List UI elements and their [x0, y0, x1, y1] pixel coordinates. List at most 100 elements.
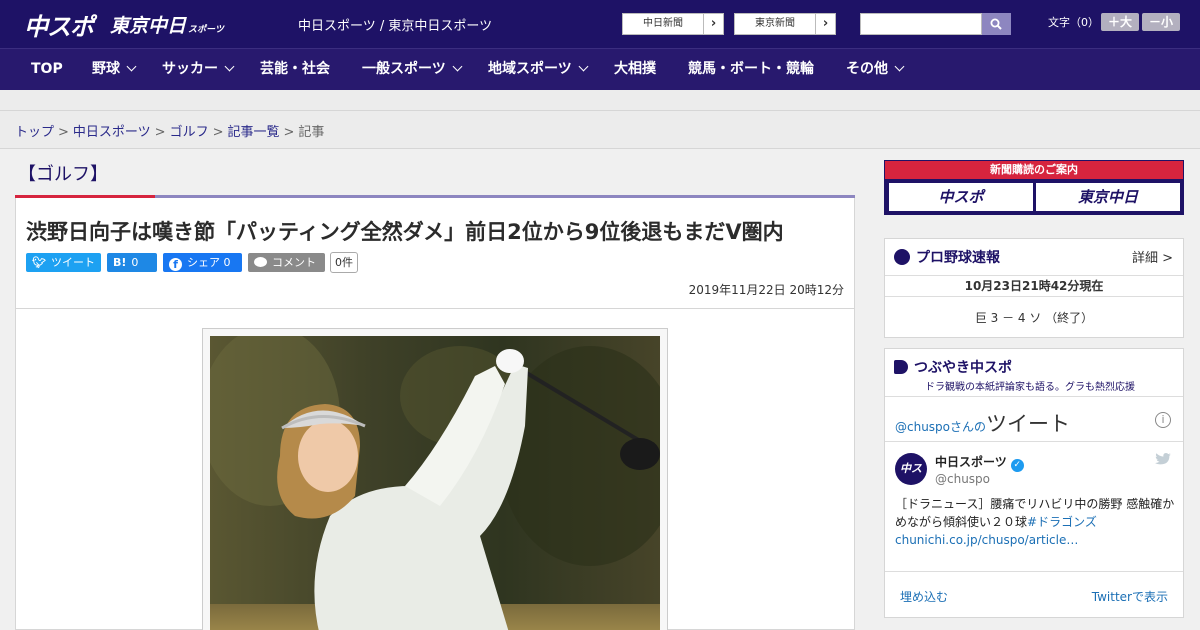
facebook-share-button[interactable]: f シェア 0: [163, 253, 242, 272]
facebook-count: 0: [223, 256, 231, 269]
chunichi-shimbun-label: 中日新聞: [643, 18, 683, 29]
search-input[interactable]: [860, 13, 982, 35]
facebook-icon: f: [169, 258, 182, 271]
tokyo-shimbun-label: 東京新聞: [755, 18, 795, 29]
tweet-hashtag[interactable]: #ドラゴンズ: [1027, 515, 1097, 529]
breadcrumb-golf[interactable]: ゴルフ: [170, 125, 209, 140]
verified-badge-icon: ✓: [1010, 459, 1024, 472]
nav-label: 競馬・ボート・競輪: [688, 61, 814, 77]
tokyo-chunichi-logo[interactable]: 東京中日 スポーツ: [110, 8, 224, 40]
baseball-box-title: プロ野球速報: [894, 247, 1000, 267]
info-icon[interactable]: i: [1155, 412, 1171, 428]
facebook-share-label: シェア: [187, 256, 220, 269]
tweet-text: ［ドラニュース］腰痛でリハビリ中の勝野 感触確かめながら傾斜使い２０球#ドラゴン…: [895, 495, 1177, 549]
twitter-widget-footer: 埋め込む Twitterで表示: [885, 571, 1183, 618]
subscription-banner[interactable]: 新聞購読のご案内 中スポ 東京中日: [884, 160, 1184, 215]
baseball-title-text: プロ野球速報: [916, 250, 1000, 266]
baseball-game-score[interactable]: 巨 3 － 4 ソ （終了）: [885, 309, 1183, 326]
tokyo-shimbun-button[interactable]: 東京新聞 ›: [734, 13, 836, 35]
site-header: 中スポ 東京中日 スポーツ 中日スポーツ / 東京中日スポーツ 中日新聞 › 東…: [0, 0, 1200, 48]
breadcrumb-bar: トップ > 中日スポーツ > ゴルフ > 記事一覧 > 記事: [0, 111, 1200, 149]
view-on-twitter-link[interactable]: Twitterで表示: [1092, 588, 1168, 605]
tweet-button[interactable]: 🐦︎ ツイート: [26, 253, 101, 272]
breadcrumb-separator: >: [283, 125, 295, 140]
chuspo-logo[interactable]: 中スポ: [24, 8, 94, 41]
twitter-widget: つぶやき中スポ ドラ観戦の本紙評論家も語る。グラも熱烈応援 @chuspoさんの…: [884, 348, 1184, 618]
tweet-timeline-header: @chuspoさんのツイート i: [885, 396, 1183, 442]
breadcrumb: トップ > 中日スポーツ > ゴルフ > 記事一覧 > 記事: [15, 121, 324, 140]
nav-others[interactable]: その他: [846, 49, 905, 91]
nav-label: 芸能・社会: [260, 61, 330, 77]
twitter-bird-icon: 🐦︎: [32, 256, 46, 269]
nav-baseball[interactable]: 野球: [92, 49, 137, 91]
handle-suffix: さんの: [950, 420, 987, 434]
nav-sumo[interactable]: 大相撲: [614, 49, 656, 91]
subscription-banner-title: 新聞購読のご案内: [885, 161, 1183, 179]
chevron-down-icon: [894, 61, 905, 72]
hatena-icon: B!: [113, 256, 127, 269]
nav-regional-sports[interactable]: 地域スポーツ: [488, 49, 589, 91]
article-headline: 渋野日向子は嘆き節「パッティング全然ダメ」前日2位から9位後退もまだV圏内: [26, 220, 784, 244]
baseball-detail-link[interactable]: 詳細 >: [1132, 247, 1173, 266]
chunichi-shimbun-button[interactable]: 中日新聞 ›: [622, 13, 724, 35]
breadcrumb-current: 記事: [298, 125, 325, 140]
site-name[interactable]: 中日スポーツ / 東京中日スポーツ: [298, 15, 492, 34]
twitter-bird-icon[interactable]: [1155, 453, 1171, 466]
avatar[interactable]: 中スポ: [895, 453, 927, 507]
tweet-link[interactable]: chunichi.co.jp/chuspo/article…: [895, 533, 1078, 547]
nav-label: その他: [846, 61, 888, 77]
comment-label: コメント: [272, 256, 316, 269]
breadcrumb-top[interactable]: トップ: [15, 125, 54, 140]
nav-racing[interactable]: 競馬・ボート・競輪: [688, 49, 814, 91]
tweet-handle-heading: @chuspoさんのツイート: [895, 408, 1070, 438]
font-bigger-button[interactable]: ＋大: [1101, 13, 1139, 31]
main-nav: TOP 野球 サッカー 芸能・社会 一般スポーツ 地域スポーツ 大相撲 競馬・ボ…: [0, 48, 1200, 90]
comment-bubble-icon: [254, 257, 267, 267]
chevron-right-icon: ›: [703, 14, 723, 34]
nav-top[interactable]: TOP: [31, 49, 63, 91]
subscribe-tokyo-logo[interactable]: 東京中日: [1036, 183, 1180, 211]
chevron-down-icon: [126, 61, 137, 72]
breadcrumb-separator: >: [212, 125, 224, 140]
nav-label: 野球: [92, 61, 120, 77]
twitter-widget-title: つぶやき中スポ: [894, 357, 1012, 377]
baseball-icon: [894, 249, 910, 265]
twitter-widget-title-text: つぶやき中スポ: [914, 360, 1012, 376]
sub-nav-bar: [0, 90, 1200, 111]
article-category: 【ゴルフ】: [18, 164, 108, 185]
hatena-bookmark-button[interactable]: B! 0: [107, 253, 157, 272]
subscribe-chuspo-logo[interactable]: 中スポ: [889, 183, 1033, 211]
tweet-author-label: 中日スポーツ: [935, 455, 1007, 469]
font-smaller-button[interactable]: －小: [1142, 13, 1180, 31]
breadcrumb-article-list[interactable]: 記事一覧: [228, 125, 280, 140]
breadcrumb-separator: >: [58, 125, 69, 140]
chevron-down-icon: [224, 61, 235, 72]
article-body: [15, 308, 855, 630]
baseball-timestamp: 10月23日21時42分現在: [885, 275, 1183, 297]
nav-label: 地域スポーツ: [488, 61, 572, 77]
twitter-widget-subtitle: ドラ観戦の本紙評論家も語る。グラも熱烈応援: [925, 382, 1135, 393]
nav-label: TOP: [31, 61, 63, 77]
tweet-author-handle[interactable]: @chuspo: [935, 472, 990, 486]
nav-general-sports[interactable]: 一般スポーツ: [362, 49, 463, 91]
font-size-label: 文字（0）: [1048, 16, 1099, 29]
tweet-author-name[interactable]: 中日スポーツ ✓: [935, 453, 1024, 472]
golfer-swing-image: [210, 336, 660, 630]
comment-button[interactable]: コメント: [248, 253, 325, 272]
published-date: 2019年11月22日 20時12分: [688, 283, 844, 297]
embed-link[interactable]: 埋め込む: [900, 588, 948, 605]
twitter-handle-link[interactable]: @chuspo: [895, 420, 950, 434]
nav-label: 一般スポーツ: [362, 61, 446, 77]
breadcrumb-chunichi-sports[interactable]: 中日スポーツ: [73, 125, 151, 140]
search-icon: [990, 18, 1002, 30]
nav-soccer[interactable]: サッカー: [162, 49, 235, 91]
chevron-right-icon: ›: [815, 14, 835, 34]
nav-label: サッカー: [162, 61, 218, 77]
search-button[interactable]: [982, 13, 1011, 35]
nav-entertainment[interactable]: 芸能・社会: [260, 49, 330, 91]
comment-count: 0件: [330, 252, 358, 273]
article-photo-frame: [202, 328, 668, 630]
baseball-scoreboard: プロ野球速報 詳細 > 10月23日21時42分現在 巨 3 － 4 ソ （終了…: [884, 238, 1184, 338]
hatena-count: 0: [131, 256, 139, 269]
breadcrumb-separator: >: [154, 125, 166, 140]
